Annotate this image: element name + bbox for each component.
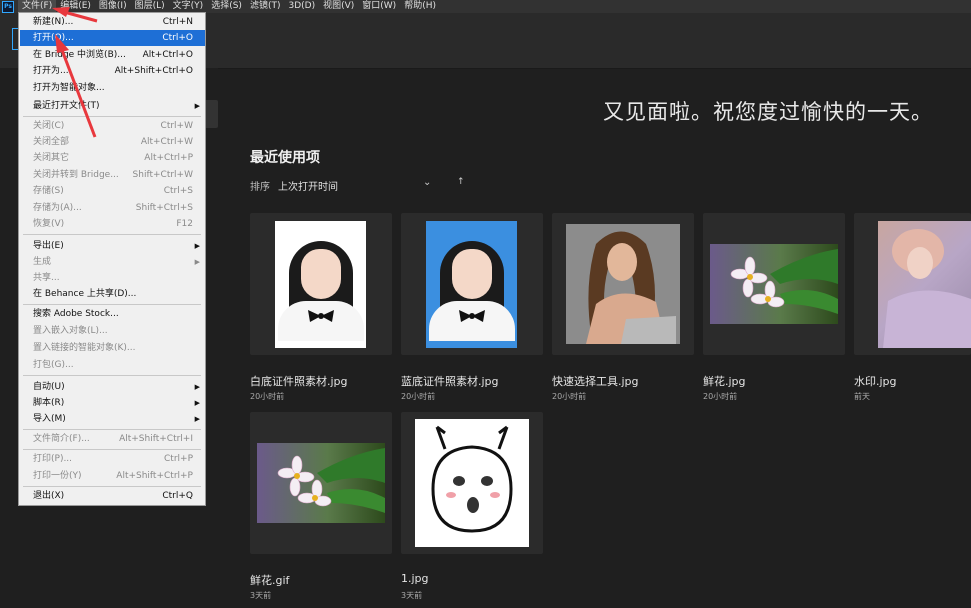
file-thumbnail bbox=[426, 221, 517, 348]
file-time: 3天前 bbox=[250, 591, 272, 600]
menu-separator bbox=[23, 304, 201, 305]
recent-file-card[interactable] bbox=[703, 213, 845, 355]
photoshop-logo-icon: Ps bbox=[2, 0, 14, 13]
file-thumbnail bbox=[275, 221, 366, 348]
menu-item-search-stock[interactable]: 搜索 Adobe Stock... bbox=[20, 306, 205, 322]
file-thumbnail bbox=[710, 244, 838, 324]
recent-title: 最近使用项 bbox=[250, 150, 320, 166]
file-thumbnail bbox=[566, 224, 680, 344]
menu-view[interactable]: 视图(V) bbox=[319, 0, 358, 13]
menu-separator bbox=[23, 429, 201, 430]
menu-item-print-one-copy[interactable]: 打印一份(Y) Alt+Shift+Ctrl+P bbox=[20, 468, 205, 484]
file-time: 20小时前 bbox=[703, 392, 738, 401]
recent-file-card[interactable] bbox=[250, 412, 392, 554]
submenu-arrow-icon: ▶ bbox=[194, 383, 200, 391]
file-time: 20小时前 bbox=[401, 392, 436, 401]
file-name[interactable]: 1.jpg bbox=[401, 572, 429, 585]
menu-separator bbox=[23, 375, 201, 376]
file-time: 20小时前 bbox=[552, 392, 587, 401]
menu-item-revert[interactable]: 恢复(V) F12 bbox=[20, 216, 205, 232]
menu-item-generate[interactable]: 生成 ▶ bbox=[20, 254, 205, 270]
menu-item-share[interactable]: 共享... bbox=[20, 270, 205, 286]
menu-window[interactable]: 窗口(W) bbox=[358, 0, 400, 13]
file-name[interactable]: 水印.jpg bbox=[854, 373, 897, 389]
menu-item-export[interactable]: 导出(E) ▶ bbox=[20, 238, 205, 254]
recent-file-card[interactable] bbox=[854, 213, 971, 355]
chevron-down-icon[interactable]: ⌄ bbox=[423, 177, 431, 188]
menu-item-close-others[interactable]: 关闭其它 Alt+Ctrl+P bbox=[20, 150, 205, 166]
file-name[interactable]: 鲜花.gif bbox=[250, 572, 289, 588]
file-name[interactable]: 白底证件照素材.jpg bbox=[250, 373, 348, 389]
menu-item-recent[interactable]: 最近打开文件(T) ▶ bbox=[20, 98, 205, 114]
recent-file-card[interactable] bbox=[250, 213, 392, 355]
file-time: 3天前 bbox=[401, 591, 423, 600]
menu-item-place-linked[interactable]: 置入链接的智能对象(K)... bbox=[20, 340, 205, 356]
submenu-arrow-icon: ▶ bbox=[194, 399, 200, 407]
menu-item-place-embedded[interactable]: 置入嵌入对象(L)... bbox=[20, 323, 205, 339]
menu-item-import[interactable]: 导入(M) ▶ bbox=[20, 411, 205, 427]
recent-file-card[interactable] bbox=[401, 213, 543, 355]
file-thumbnail bbox=[878, 221, 971, 348]
menu-help[interactable]: 帮助(H) bbox=[400, 0, 440, 13]
menu-separator bbox=[23, 449, 201, 450]
menu-item-save-as[interactable]: 存储为(A)... Shift+Ctrl+S bbox=[20, 200, 205, 216]
menu-item-file-info[interactable]: 文件简介(F)... Alt+Shift+Ctrl+I bbox=[20, 431, 205, 447]
menu-item-new[interactable]: 新建(N)... Ctrl+N bbox=[20, 14, 205, 30]
menu-select[interactable]: 选择(S) bbox=[207, 0, 246, 13]
menu-item-automate[interactable]: 自动(U) ▶ bbox=[20, 379, 205, 395]
file-name[interactable]: 鲜花.jpg bbox=[703, 373, 746, 389]
file-time: 20小时前 bbox=[250, 392, 285, 401]
menu-item-close[interactable]: 关闭(C) Ctrl+W bbox=[20, 118, 205, 134]
menu-3d[interactable]: 3D(D) bbox=[284, 0, 319, 13]
submenu-arrow-icon: ▶ bbox=[194, 102, 200, 110]
menu-item-package[interactable]: 打包(G)... bbox=[20, 357, 205, 373]
menu-item-close-all[interactable]: 关闭全部 Alt+Ctrl+W bbox=[20, 134, 205, 150]
welcome-message: 又见面啦。祝您度过愉快的一天。 bbox=[603, 100, 933, 124]
menu-item-open-as[interactable]: 打开为... Alt+Shift+Ctrl+O bbox=[20, 63, 205, 79]
menu-item-browse-bridge[interactable]: 在 Bridge 中浏览(B)... Alt+Ctrl+O bbox=[20, 47, 205, 63]
sort-label: 排序 bbox=[250, 182, 270, 193]
file-name[interactable]: 快速选择工具.jpg bbox=[552, 373, 639, 389]
menu-filter[interactable]: 滤镜(T) bbox=[246, 0, 285, 13]
menu-item-share-behance[interactable]: 在 Behance 上共享(D)... bbox=[20, 286, 205, 302]
sort-direction-icon[interactable]: ↑ bbox=[457, 177, 465, 187]
file-thumbnail bbox=[257, 443, 385, 523]
submenu-arrow-icon: ▶ bbox=[194, 415, 200, 423]
menu-item-exit[interactable]: 退出(X) Ctrl+Q bbox=[20, 488, 205, 504]
submenu-arrow-icon: ▶ bbox=[194, 258, 200, 266]
menu-item-open-smart-object[interactable]: 打开为智能对象... bbox=[20, 80, 205, 96]
menu-separator bbox=[23, 486, 201, 487]
file-name[interactable]: 蓝底证件照素材.jpg bbox=[401, 373, 499, 389]
recent-file-card[interactable] bbox=[401, 412, 543, 554]
menu-separator bbox=[23, 234, 201, 235]
menu-item-scripts[interactable]: 脚本(R) ▶ bbox=[20, 395, 205, 411]
sort-value[interactable]: 上次打开时间 bbox=[278, 178, 338, 193]
file-menu-dropdown: 新建(N)... Ctrl+N 打开(O)... Ctrl+O 在 Bridge 中… bbox=[18, 12, 206, 506]
menu-separator bbox=[23, 116, 201, 117]
recent-file-card[interactable] bbox=[552, 213, 694, 355]
submenu-arrow-icon: ▶ bbox=[194, 242, 200, 250]
menu-item-open[interactable]: 打开(O)... Ctrl+O bbox=[20, 30, 205, 46]
menu-item-close-go-bridge[interactable]: 关闭并转到 Bridge... Shift+Ctrl+W bbox=[20, 167, 205, 183]
menu-item-save[interactable]: 存储(S) Ctrl+S bbox=[20, 183, 205, 199]
file-thumbnail bbox=[415, 419, 529, 547]
sort-control[interactable]: 排序 上次打开时间 ⌄ ↑ bbox=[250, 177, 470, 193]
file-time: 前天 bbox=[854, 392, 870, 401]
menu-item-print[interactable]: 打印(P)... Ctrl+P bbox=[20, 451, 205, 467]
